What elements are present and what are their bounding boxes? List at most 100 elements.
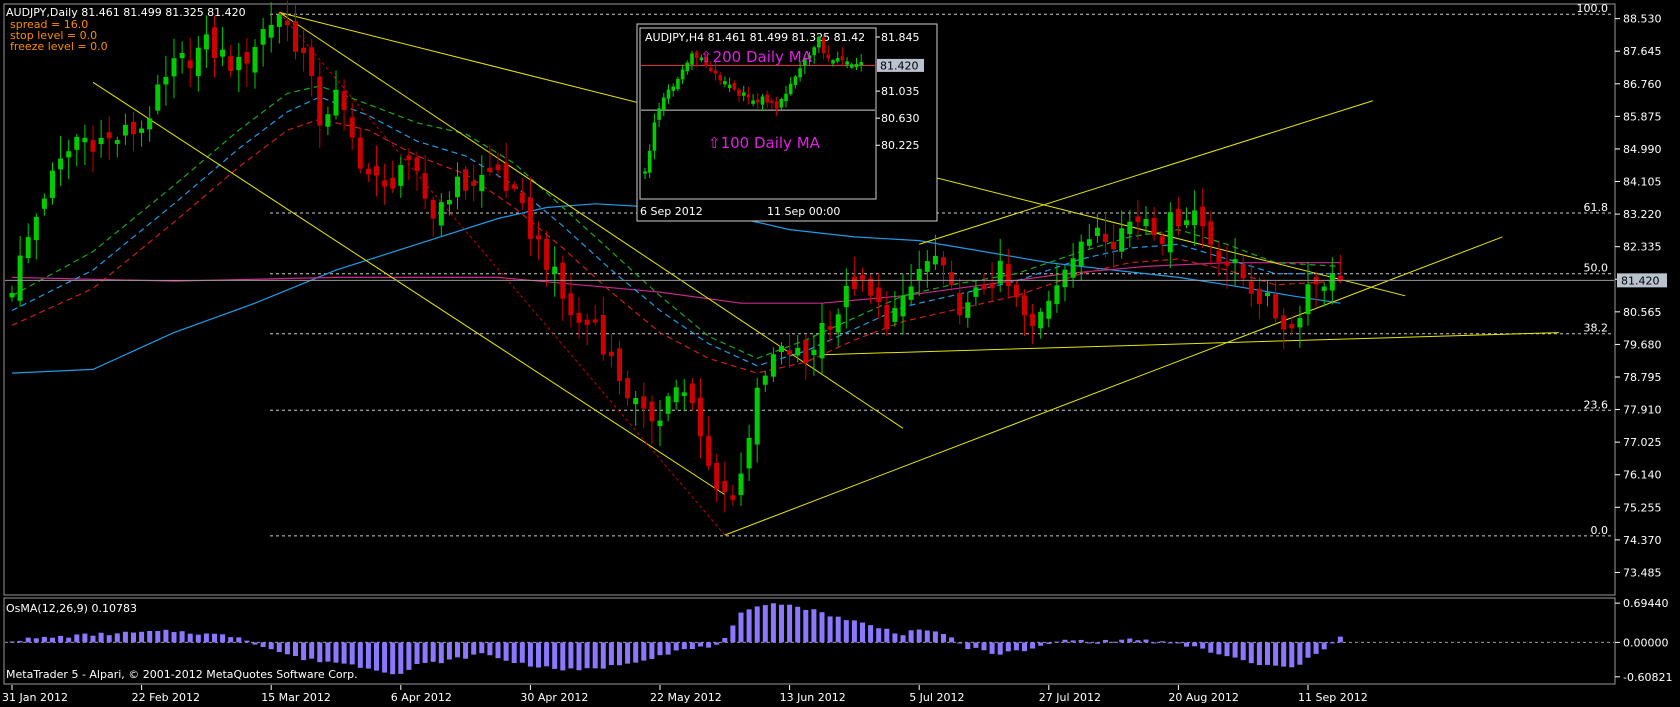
candle-body	[503, 163, 509, 191]
candle-body	[884, 305, 890, 330]
candle-body	[90, 140, 96, 152]
inset-candle-body	[751, 100, 755, 104]
candle-body	[1192, 210, 1198, 226]
osma-bar	[1151, 642, 1157, 644]
osma-bar	[722, 637, 728, 643]
candle-body	[1054, 285, 1060, 305]
candle-body	[463, 169, 469, 191]
candle-body	[730, 495, 736, 500]
candle-body	[600, 314, 606, 355]
inset-candle-body	[770, 100, 774, 103]
candle-body	[325, 114, 331, 127]
candle-body	[341, 91, 347, 110]
inset-candle-body	[709, 67, 713, 72]
candle-body	[203, 34, 209, 50]
osma-bar	[122, 631, 128, 643]
osma-bar	[1127, 638, 1133, 643]
price-axis-label: 80.565	[1623, 306, 1662, 319]
osma-bar	[1038, 642, 1044, 646]
candle-body	[33, 216, 39, 241]
osma-bar	[560, 642, 566, 671]
candle-body	[114, 140, 120, 144]
osma-bar	[762, 605, 768, 643]
osma-bar	[9, 641, 15, 643]
price-axis-label: 76.140	[1623, 469, 1662, 482]
inset-price-label: 81.420	[880, 59, 919, 72]
candle-body	[584, 319, 590, 325]
price-axis: 88.530 87.645 86.760 85.875 84.990 84.105 83.2…	[1615, 13, 1662, 579]
time-axis-label: 11 Sep 2012	[1298, 691, 1368, 704]
osma-bar	[665, 642, 671, 655]
candle-body	[82, 137, 88, 143]
osma-bar	[1265, 642, 1270, 665]
candle-body	[58, 158, 64, 170]
inset-candle-body	[760, 96, 765, 105]
price-axis-label: 85.875	[1623, 110, 1662, 123]
candle-body	[398, 165, 404, 186]
osma-bar	[228, 637, 234, 643]
candle-body	[819, 322, 825, 359]
inset-candle-body	[835, 58, 840, 62]
osma-bar	[973, 642, 979, 648]
inset-candle-body	[713, 70, 718, 74]
candle-body	[41, 198, 47, 209]
candle-body	[1103, 233, 1108, 243]
candle-body	[1159, 236, 1165, 244]
candle-body	[1289, 323, 1295, 329]
price-axis-label: 77.025	[1623, 436, 1662, 449]
inset-candle-body	[756, 99, 760, 103]
osma-bar	[455, 642, 460, 658]
osma-bar	[195, 634, 201, 643]
inset-candle-body	[817, 36, 821, 48]
inset-candle-body	[680, 69, 685, 80]
osma-bar	[1329, 642, 1335, 644]
candle-body	[1337, 275, 1343, 281]
osma-bar	[41, 636, 47, 643]
osma-bar	[1135, 640, 1141, 643]
time-axis-label: 31 Jan 2012	[2, 691, 68, 704]
inset-candle-body	[793, 76, 798, 86]
osma-bar	[1013, 642, 1019, 651]
inset-candle-body	[845, 61, 849, 65]
candle-body	[220, 49, 226, 57]
osma-bar	[155, 631, 161, 643]
candle-body	[228, 56, 234, 71]
inset-candle-body	[784, 93, 788, 102]
osma-bar	[244, 640, 250, 643]
candle-body	[673, 387, 679, 403]
osma-bar	[868, 625, 874, 643]
candle-body	[1265, 292, 1270, 297]
osma-bar	[1208, 642, 1214, 653]
candle-body	[625, 378, 631, 399]
osma-bar	[527, 642, 533, 667]
candle-body	[608, 351, 614, 357]
osma-bar	[730, 625, 736, 643]
candle-body	[698, 397, 703, 437]
osma-bar	[997, 642, 1003, 655]
osma-bar	[309, 642, 315, 659]
candle-body	[811, 349, 817, 355]
time-axis-label: 6 Apr 2012	[391, 691, 452, 704]
candle-body	[1305, 284, 1311, 315]
candle-body	[860, 275, 865, 280]
price-axis-label: 74.370	[1623, 534, 1662, 547]
freeze-level-info: freeze level = 0.0	[10, 40, 108, 53]
candle-body	[349, 117, 355, 138]
inset-candle-body	[685, 62, 690, 72]
osma-bar	[1256, 642, 1262, 666]
inset-100-ma-label: ⇧100 Daily MA	[708, 134, 821, 152]
inset-candle-body	[690, 53, 694, 65]
candle-body	[155, 84, 161, 111]
candle-body	[212, 27, 217, 59]
osma-bar	[908, 630, 914, 643]
current-price-label: 81.420	[1621, 274, 1660, 287]
candle-body	[195, 47, 201, 76]
candle-body	[25, 237, 31, 259]
osma-bar	[1070, 640, 1076, 643]
osma-bar	[66, 637, 72, 643]
osma-bar	[220, 634, 226, 643]
osma-bar	[463, 642, 469, 659]
osma-bar	[576, 642, 582, 671]
osma-bar	[819, 612, 825, 643]
osma-bar	[924, 630, 930, 643]
